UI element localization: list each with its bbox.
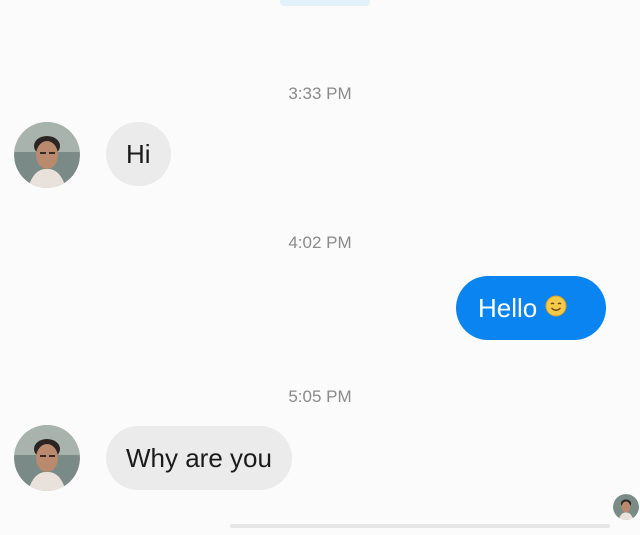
seen-avatar-icon	[613, 494, 639, 520]
received-message-bubble[interactable]: Hi	[106, 122, 171, 186]
received-message-bubble[interactable]: Why are you	[106, 426, 292, 490]
message-text: Hello	[478, 292, 538, 323]
composer-edge	[230, 524, 610, 528]
avatar-photo-icon	[14, 122, 80, 188]
message-timestamp: 5:05 PM	[288, 387, 352, 406]
contact-avatar[interactable]	[14, 122, 80, 188]
message-text: Hi	[126, 138, 151, 169]
cropped-header-remnant	[280, 0, 370, 6]
message-timestamp: 3:33 PM	[288, 84, 352, 103]
smiling-face-emoji-icon	[545, 293, 567, 324]
contact-avatar[interactable]	[14, 425, 80, 491]
sent-message-bubble[interactable]: Hello	[456, 276, 606, 340]
message-text: Why are you	[126, 442, 272, 473]
chat-thread: 3:33 PM Hi 4:02 PM Hello 5:05 PM Why are…	[0, 0, 640, 535]
message-timestamp: 4:02 PM	[288, 233, 352, 252]
avatar-photo-icon	[14, 425, 80, 491]
